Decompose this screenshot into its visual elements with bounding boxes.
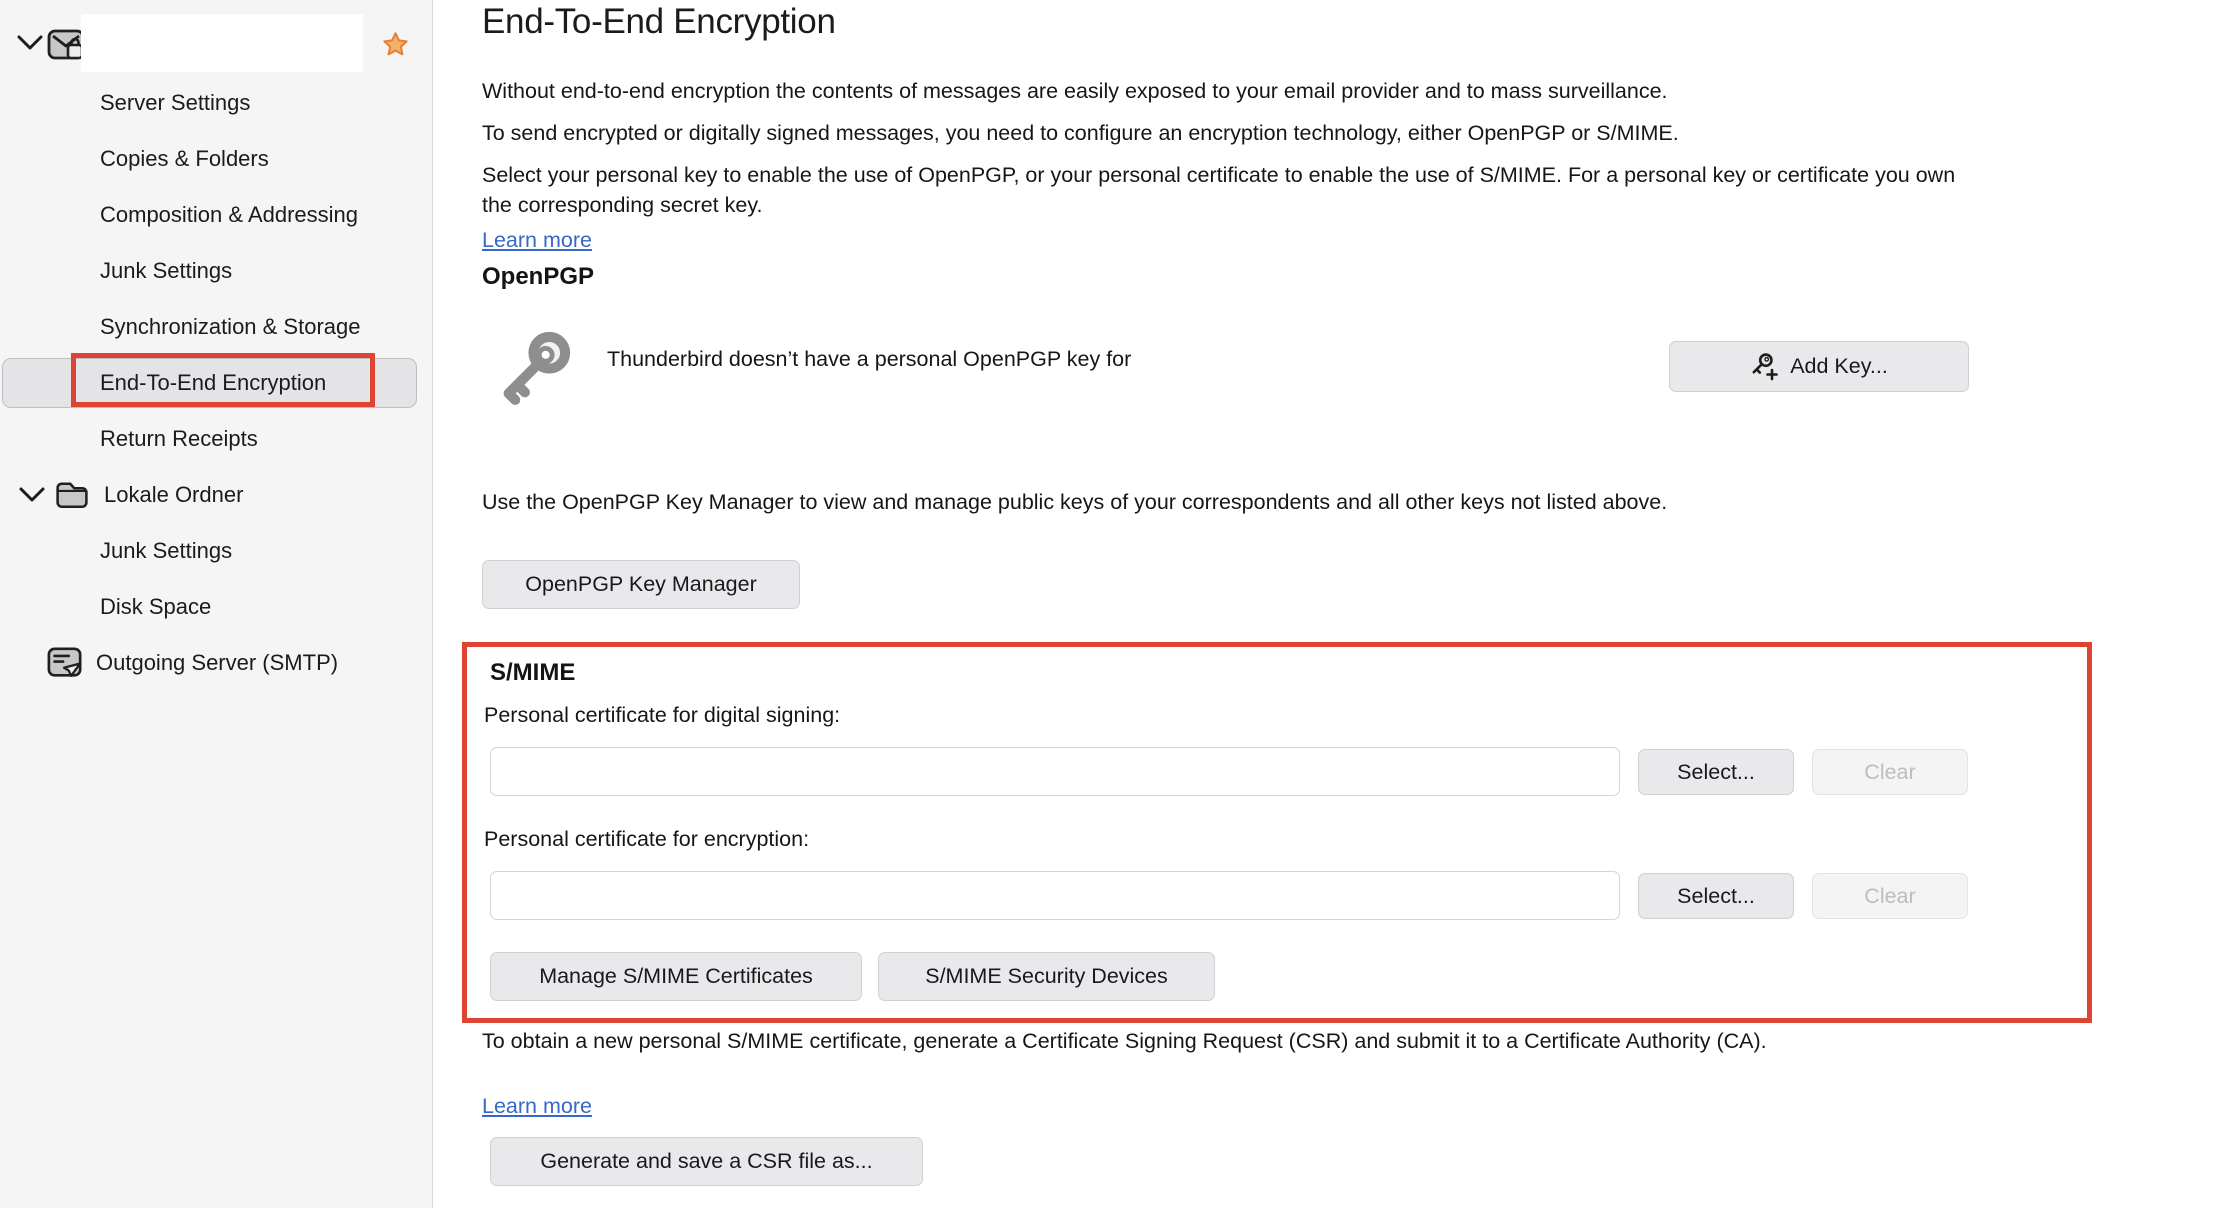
sidebar-item-label: Lokale Ordner — [104, 482, 244, 507]
generate-csr-button[interactable]: Generate and save a CSR file as... — [490, 1137, 923, 1186]
learn-more-link-top[interactable]: Learn more — [482, 228, 592, 253]
smtp-send-icon — [46, 645, 84, 681]
sidebar-item-label: Copies & Folders — [100, 146, 269, 171]
openpgp-key-icon — [486, 318, 578, 422]
openpgp-key-manager-button[interactable]: OpenPGP Key Manager — [482, 560, 800, 609]
encryption-certificate-input[interactable] — [490, 871, 1620, 920]
sidebar-item-local-folders[interactable]: Lokale Ordner — [0, 467, 432, 523]
settings-nav: Server Settings Copies & Folders Composi… — [0, 75, 432, 691]
sidebar-item-composition-addressing[interactable]: Composition & Addressing — [0, 187, 432, 243]
folder-icon — [54, 479, 90, 511]
encryption-clear-button[interactable]: Clear — [1812, 873, 1968, 919]
sidebar-item-junk-settings[interactable]: Junk Settings — [0, 243, 432, 299]
openpgp-heading: OpenPGP — [482, 263, 595, 290]
add-key-button[interactable]: Add Key... — [1669, 341, 1969, 392]
intro-paragraph-1: Without end-to-end encryption the conten… — [482, 79, 1668, 103]
annotation-box-smime: S/MIME Personal certificate for digital … — [462, 642, 2092, 1023]
encryption-certificate-label: Personal certificate for encryption: — [484, 827, 810, 851]
account-name-redacted — [81, 14, 363, 72]
sidebar-item-end-to-end-encryption[interactable]: End-To-End Encryption — [0, 353, 432, 411]
sidebar-item-label: Server Settings — [100, 90, 251, 115]
key-manager-text: Use the OpenPGP Key Manager to view and … — [482, 490, 1668, 514]
intro-paragraph-3: Select your personal key to enable the u… — [482, 163, 1956, 217]
sidebar-item-label: End-To-End Encryption — [100, 370, 327, 395]
smime-security-devices-button[interactable]: S/MIME Security Devices — [878, 952, 1215, 1001]
account-mail-lock-icon — [46, 26, 86, 64]
smime-heading: S/MIME — [490, 659, 576, 686]
add-key-button-label: Add Key... — [1790, 354, 1888, 378]
sidebar-item-disk-space[interactable]: Disk Space — [0, 579, 432, 635]
sidebar-item-return-receipts[interactable]: Return Receipts — [0, 411, 432, 467]
sidebar: Server Settings Copies & Folders Composi… — [0, 0, 433, 1208]
sidebar-item-label: Disk Space — [100, 594, 212, 619]
sidebar-item-label: Junk Settings — [100, 538, 233, 563]
openpgp-status-text: Thunderbird doesn’t have a personal Open… — [607, 347, 1132, 371]
sidebar-item-label: Synchronization & Storage — [100, 314, 361, 339]
chevron-down-icon[interactable] — [16, 34, 44, 52]
signing-clear-button[interactable]: Clear — [1812, 749, 1968, 795]
page-title: End-To-End Encryption — [482, 2, 836, 41]
sidebar-item-label: Composition & Addressing — [100, 202, 359, 227]
account-row[interactable] — [0, 0, 432, 75]
sidebar-item-label: Outgoing Server (SMTP) — [96, 650, 339, 675]
intro-paragraph-2: To send encrypted or digitally signed me… — [482, 121, 1679, 145]
csr-text: To obtain a new personal S/MIME certific… — [482, 1029, 1767, 1053]
manage-smime-certificates-button[interactable]: Manage S/MIME Certificates — [490, 952, 862, 1001]
signing-certificate-input[interactable] — [490, 747, 1620, 796]
sidebar-item-synchronization-storage[interactable]: Synchronization & Storage — [0, 299, 432, 355]
sidebar-item-label: Junk Settings — [100, 258, 233, 283]
encryption-select-button[interactable]: Select... — [1638, 873, 1794, 919]
learn-more-link-csr[interactable]: Learn more — [482, 1094, 592, 1119]
end-to-end-encryption-panel: End-To-End Encryption Without end-to-end… — [433, 0, 2216, 1208]
favorite-star-icon — [382, 31, 409, 58]
sidebar-item-label: Return Receipts — [100, 426, 258, 451]
sidebar-item-server-settings[interactable]: Server Settings — [0, 75, 432, 131]
sidebar-item-local-junk-settings[interactable]: Junk Settings — [0, 523, 432, 579]
add-key-icon — [1750, 351, 1780, 383]
sidebar-item-copies-folders[interactable]: Copies & Folders — [0, 131, 432, 187]
signing-select-button[interactable]: Select... — [1638, 749, 1794, 795]
sidebar-item-outgoing-server[interactable]: Outgoing Server (SMTP) — [0, 635, 432, 691]
signing-certificate-label: Personal certificate for digital signing… — [484, 703, 841, 727]
chevron-down-icon[interactable] — [18, 486, 46, 504]
